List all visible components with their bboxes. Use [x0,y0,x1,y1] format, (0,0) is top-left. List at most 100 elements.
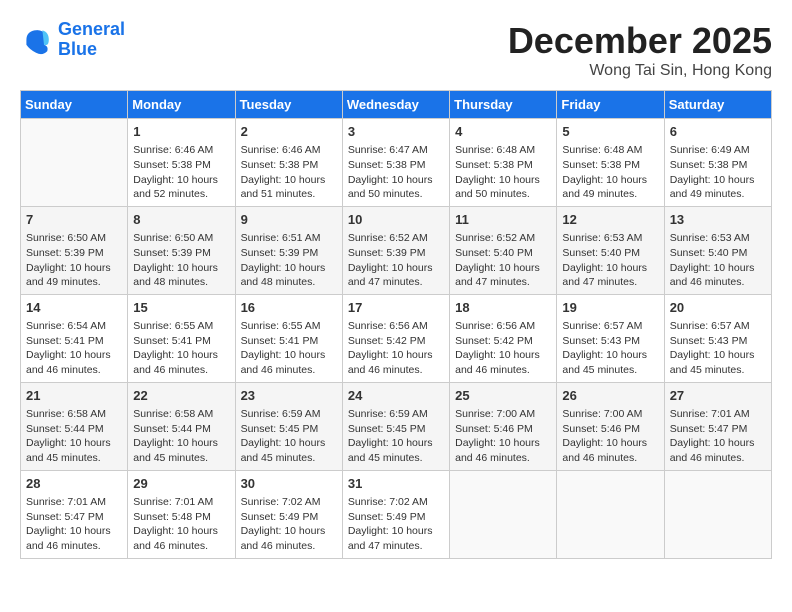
day-number: 3 [348,123,444,141]
day-info-line: Daylight: 10 hours [133,261,229,276]
day-info-line: Sunset: 5:38 PM [241,158,337,173]
day-info-line: Daylight: 10 hours [455,261,551,276]
day-info-line: Daylight: 10 hours [133,348,229,363]
day-info-line: Daylight: 10 hours [348,348,444,363]
calendar-cell: 5Sunrise: 6:48 AMSunset: 5:38 PMDaylight… [557,119,664,207]
day-header-friday: Friday [557,91,664,119]
day-header-thursday: Thursday [450,91,557,119]
day-info-line: and 46 minutes. [26,363,122,378]
day-info-line: Daylight: 10 hours [562,173,658,188]
calendar-cell: 13Sunrise: 6:53 AMSunset: 5:40 PMDayligh… [664,206,771,294]
calendar-cell: 4Sunrise: 6:48 AMSunset: 5:38 PMDaylight… [450,119,557,207]
day-header-monday: Monday [128,91,235,119]
day-info-line: Sunset: 5:44 PM [133,422,229,437]
day-number: 8 [133,211,229,229]
day-info-line: Sunset: 5:48 PM [133,510,229,525]
location-title: Wong Tai Sin, Hong Kong [508,62,772,80]
day-info-line: and 46 minutes. [133,539,229,554]
day-info-line: Daylight: 10 hours [455,348,551,363]
day-number: 5 [562,123,658,141]
calendar-cell: 30Sunrise: 7:02 AMSunset: 5:49 PMDayligh… [235,470,342,558]
day-info-line: Sunrise: 6:56 AM [455,319,551,334]
day-info-line: and 49 minutes. [26,275,122,290]
days-header-row: SundayMondayTuesdayWednesdayThursdayFrid… [21,91,772,119]
day-info-line: and 45 minutes. [133,451,229,466]
day-number: 21 [26,387,122,405]
day-info-line: and 46 minutes. [562,451,658,466]
day-number: 16 [241,299,337,317]
calendar-cell: 18Sunrise: 6:56 AMSunset: 5:42 PMDayligh… [450,294,557,382]
calendar-cell: 29Sunrise: 7:01 AMSunset: 5:48 PMDayligh… [128,470,235,558]
calendar-cell: 7Sunrise: 6:50 AMSunset: 5:39 PMDaylight… [21,206,128,294]
calendar-cell: 24Sunrise: 6:59 AMSunset: 5:45 PMDayligh… [342,382,449,470]
day-info-line: Sunrise: 6:51 AM [241,231,337,246]
day-info-line: Sunset: 5:40 PM [562,246,658,261]
day-info-line: Sunrise: 6:57 AM [670,319,766,334]
day-number: 24 [348,387,444,405]
calendar-cell: 10Sunrise: 6:52 AMSunset: 5:39 PMDayligh… [342,206,449,294]
day-number: 1 [133,123,229,141]
week-row-3: 14Sunrise: 6:54 AMSunset: 5:41 PMDayligh… [21,294,772,382]
day-info-line: Sunset: 5:39 PM [133,246,229,261]
day-number: 30 [241,475,337,493]
day-info-line: and 47 minutes. [455,275,551,290]
day-info-line: Sunrise: 6:58 AM [133,407,229,422]
day-info-line: Daylight: 10 hours [133,173,229,188]
day-info-line: Sunset: 5:45 PM [241,422,337,437]
day-info-line: Sunset: 5:38 PM [455,158,551,173]
day-info-line: Sunrise: 7:00 AM [562,407,658,422]
title-block: December 2025 Wong Tai Sin, Hong Kong [508,20,772,80]
day-info-line: and 45 minutes. [241,451,337,466]
calendar-cell: 25Sunrise: 7:00 AMSunset: 5:46 PMDayligh… [450,382,557,470]
calendar-cell: 1Sunrise: 6:46 AMSunset: 5:38 PMDaylight… [128,119,235,207]
day-info-line: Daylight: 10 hours [26,261,122,276]
calendar-cell: 31Sunrise: 7:02 AMSunset: 5:49 PMDayligh… [342,470,449,558]
day-info-line: Sunrise: 7:01 AM [133,495,229,510]
day-info-line: and 47 minutes. [348,275,444,290]
day-number: 7 [26,211,122,229]
day-info-line: Sunrise: 6:53 AM [562,231,658,246]
day-info-line: Sunset: 5:38 PM [133,158,229,173]
day-info-line: Sunset: 5:38 PM [670,158,766,173]
day-info-line: Sunset: 5:40 PM [455,246,551,261]
day-number: 12 [562,211,658,229]
week-row-1: 1Sunrise: 6:46 AMSunset: 5:38 PMDaylight… [21,119,772,207]
calendar-cell: 16Sunrise: 6:55 AMSunset: 5:41 PMDayligh… [235,294,342,382]
day-number: 22 [133,387,229,405]
day-info-line: Sunset: 5:47 PM [670,422,766,437]
day-info-line: Sunrise: 6:52 AM [348,231,444,246]
day-info-line: Daylight: 10 hours [241,261,337,276]
day-info-line: Daylight: 10 hours [562,436,658,451]
day-info-line: Sunset: 5:41 PM [241,334,337,349]
calendar-cell: 20Sunrise: 6:57 AMSunset: 5:43 PMDayligh… [664,294,771,382]
day-info-line: Daylight: 10 hours [670,348,766,363]
day-info-line: Sunset: 5:44 PM [26,422,122,437]
day-number: 19 [562,299,658,317]
day-info-line: Sunrise: 6:55 AM [241,319,337,334]
logo-text: General Blue [58,20,125,60]
day-number: 25 [455,387,551,405]
day-info-line: Sunrise: 6:53 AM [670,231,766,246]
calendar-cell: 6Sunrise: 6:49 AMSunset: 5:38 PMDaylight… [664,119,771,207]
day-number: 14 [26,299,122,317]
day-info-line: Sunrise: 6:50 AM [26,231,122,246]
day-number: 23 [241,387,337,405]
day-info-line: and 46 minutes. [241,363,337,378]
day-info-line: Sunrise: 6:55 AM [133,319,229,334]
day-header-tuesday: Tuesday [235,91,342,119]
day-number: 9 [241,211,337,229]
calendar-cell: 26Sunrise: 7:00 AMSunset: 5:46 PMDayligh… [557,382,664,470]
day-info-line: and 48 minutes. [133,275,229,290]
day-info-line: Sunset: 5:49 PM [348,510,444,525]
day-header-wednesday: Wednesday [342,91,449,119]
day-info-line: Sunset: 5:39 PM [241,246,337,261]
calendar-table: SundayMondayTuesdayWednesdayThursdayFrid… [20,90,772,559]
day-info-line: and 51 minutes. [241,187,337,202]
day-number: 2 [241,123,337,141]
day-info-line: Daylight: 10 hours [26,524,122,539]
logo-icon [20,24,52,56]
calendar-cell [450,470,557,558]
day-number: 29 [133,475,229,493]
day-info-line: Sunrise: 6:59 AM [348,407,444,422]
day-info-line: Sunrise: 6:48 AM [455,143,551,158]
